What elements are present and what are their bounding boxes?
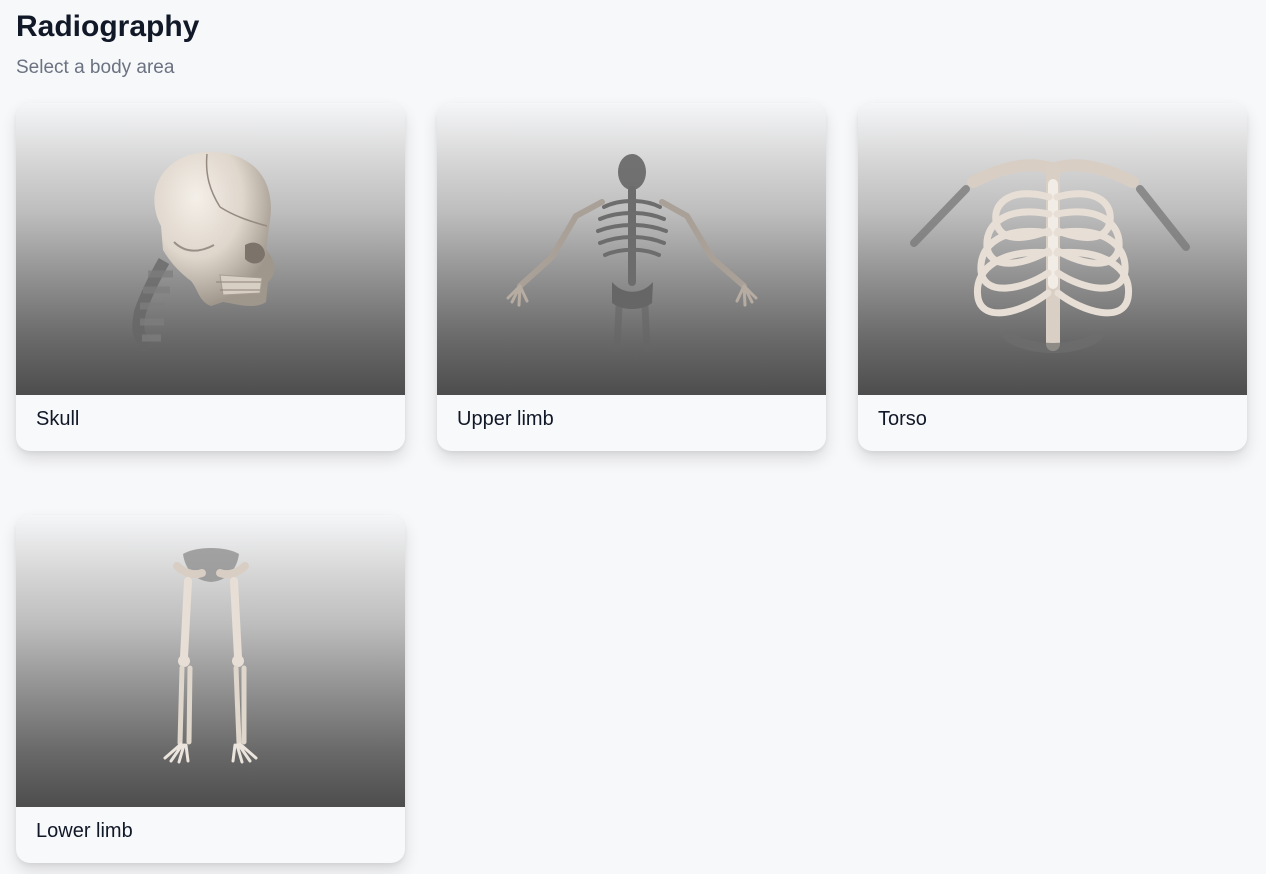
body-area-grid: Skull Upper limb Torso Lower limb xyxy=(16,103,1248,863)
lower-limb-skeleton-image[interactable] xyxy=(16,515,405,807)
lower-limb-image-graphic xyxy=(163,548,257,764)
torso-skeleton-image[interactable] xyxy=(858,103,1247,395)
skull-image[interactable] xyxy=(16,103,405,395)
skull-image-graphic xyxy=(131,151,274,351)
body-area-card-upper-limb[interactable]: Upper limb xyxy=(437,103,826,451)
upper-limb-skeleton-image[interactable] xyxy=(437,103,826,395)
torso-image-graphic xyxy=(909,159,1190,353)
page-title: Radiography xyxy=(16,10,200,43)
upper-limb-image-graphic xyxy=(506,153,757,352)
body-area-label: Lower limb xyxy=(36,820,133,842)
page-subtitle: Select a body area xyxy=(16,57,175,78)
body-area-card-torso[interactable]: Torso xyxy=(858,103,1247,451)
body-area-label: Torso xyxy=(878,408,927,430)
body-area-label: Skull xyxy=(36,408,80,430)
body-area-label: Upper limb xyxy=(457,408,554,430)
body-area-card-lower-limb[interactable]: Lower limb xyxy=(16,515,405,863)
body-area-card-skull[interactable]: Skull xyxy=(16,103,405,451)
page-header: Radiography Select a body area xyxy=(16,8,1216,80)
